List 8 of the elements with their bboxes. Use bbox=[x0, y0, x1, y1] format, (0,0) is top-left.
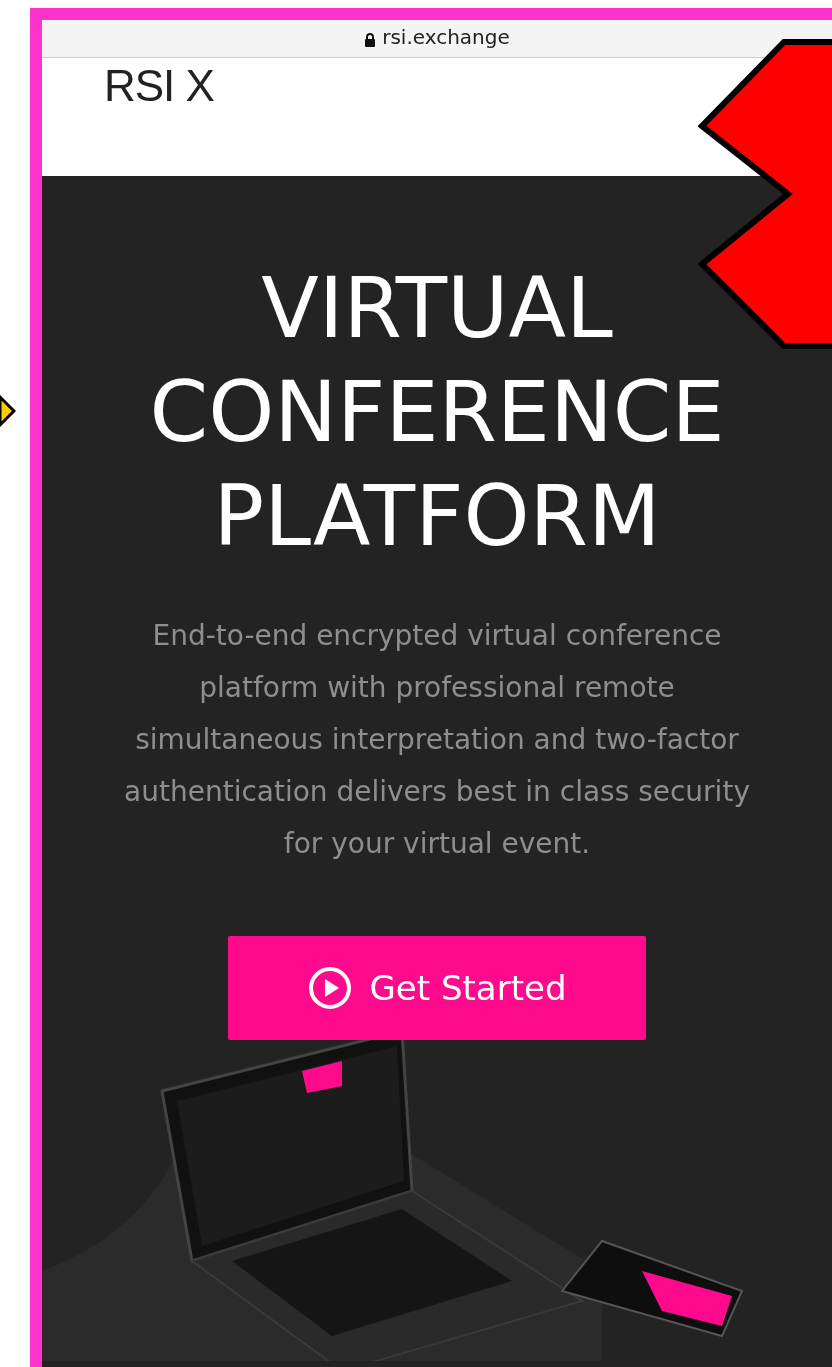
url-text[interactable]: rsi.exchange bbox=[382, 27, 510, 47]
logo[interactable]: RSI X bbox=[104, 58, 214, 114]
hero-description: End-to-end encrypted virtual conference platform with professional remote simultaneous interpretation and two-factor authentication delivers best in class security for your virtual event. bbox=[123, 618, 751, 862]
get-started-button[interactable]: Get Started bbox=[228, 936, 646, 1040]
diamond-shape bbox=[0, 395, 16, 427]
lock-icon bbox=[364, 33, 377, 47]
play-icon bbox=[307, 966, 352, 1010]
hero-headline: VIRTUAL CONFERENCE PLATFORM bbox=[148, 258, 726, 567]
